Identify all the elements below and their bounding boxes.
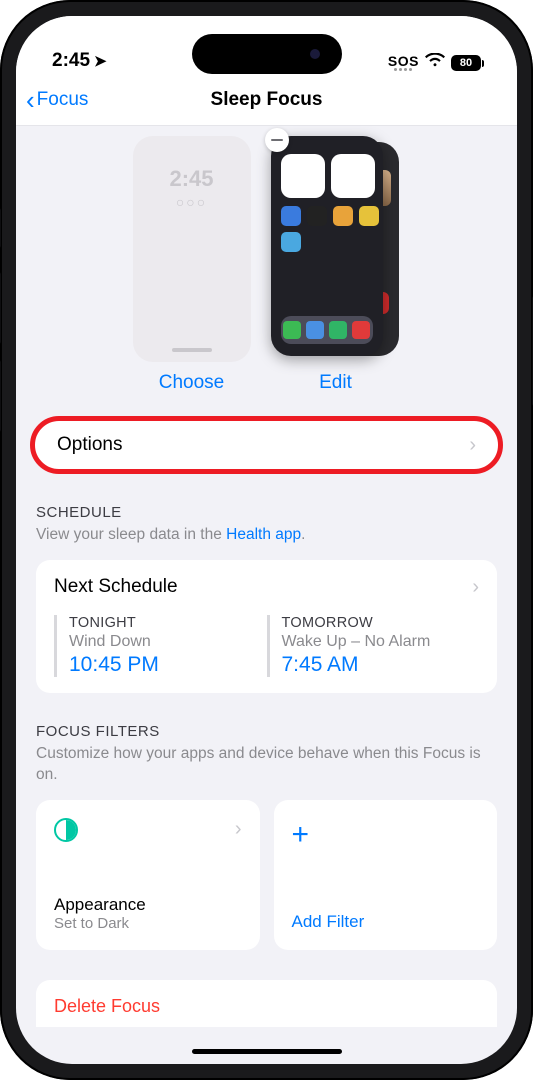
remove-page-button[interactable] xyxy=(265,128,289,152)
dynamic-island xyxy=(192,34,342,74)
delete-focus-row[interactable]: Delete Focus xyxy=(36,980,497,1027)
schedule-header: SCHEDULE xyxy=(36,504,497,521)
lock-screen-preview[interactable]: 2:45 ○○○ xyxy=(133,136,251,362)
tonight-column: TONIGHT Wind Down 10:45 PM xyxy=(54,615,267,677)
health-app-link[interactable]: Health app xyxy=(226,526,301,543)
tonight-time: 10:45 PM xyxy=(69,653,267,677)
location-icon: ➤ xyxy=(94,52,107,70)
filters-subtext: Customize how your apps and device behav… xyxy=(36,744,497,786)
tonight-label: TONIGHT xyxy=(69,615,267,631)
customize-screens-row: 2:45 ○○○ Choose xyxy=(16,126,517,398)
back-button[interactable]: ‹ Focus xyxy=(26,87,88,113)
page-title: Sleep Focus xyxy=(211,89,323,111)
lock-preview-time: 2:45 xyxy=(133,166,251,192)
appearance-name: Appearance xyxy=(54,895,242,915)
next-schedule-title: Next Schedule xyxy=(54,576,178,598)
appearance-icon xyxy=(54,818,78,842)
home-preview-front xyxy=(271,136,383,356)
battery-indicator: 80 xyxy=(451,55,481,71)
chevron-right-icon: › xyxy=(469,434,476,457)
back-label: Focus xyxy=(37,89,89,111)
status-time: 2:45 xyxy=(52,50,90,72)
lock-preview-dots: ○○○ xyxy=(133,194,251,210)
options-label: Options xyxy=(57,434,122,456)
appearance-sub: Set to Dark xyxy=(54,915,242,932)
navigation-bar: ‹ Focus Sleep Focus xyxy=(16,74,517,126)
lock-preview-bar xyxy=(172,348,212,352)
volume-down-button xyxy=(0,360,1,432)
device-frame: 2:45 ➤ SOS 80 ‹ Focus Sleep Focus xyxy=(0,0,533,1080)
chevron-right-icon: › xyxy=(472,576,479,599)
schedule-section: SCHEDULE View your sleep data in the Hea… xyxy=(36,504,497,693)
tonight-sub: Wind Down xyxy=(69,633,267,651)
add-filter-card[interactable]: + Add Filter xyxy=(274,800,498,950)
choose-button[interactable]: Choose xyxy=(159,372,225,394)
volume-up-button xyxy=(0,272,1,344)
mute-switch xyxy=(0,208,1,248)
plus-icon: + xyxy=(292,818,480,852)
wifi-icon xyxy=(425,53,445,72)
tomorrow-label: TOMORROW xyxy=(282,615,480,631)
home-indicator[interactable] xyxy=(192,1049,342,1054)
focus-filters-section: FOCUS FILTERS Customize how your apps an… xyxy=(36,723,497,950)
content-area: 2:45 ○○○ Choose xyxy=(16,126,517,1064)
chevron-left-icon: ‹ xyxy=(26,87,35,113)
sos-indicator: SOS xyxy=(388,54,419,68)
tomorrow-sub: Wake Up – No Alarm xyxy=(282,633,480,651)
tomorrow-column: TOMORROW Wake Up – No Alarm 7:45 AM xyxy=(267,615,480,677)
next-schedule-card[interactable]: Next Schedule › TONIGHT Wind Down 10:45 … xyxy=(36,560,497,693)
edit-button[interactable]: Edit xyxy=(319,372,352,394)
add-filter-label: Add Filter xyxy=(292,912,365,932)
delete-focus-label: Delete Focus xyxy=(54,996,479,1017)
home-screen-preview[interactable] xyxy=(271,136,401,362)
options-row[interactable]: Options › xyxy=(30,416,503,474)
appearance-filter-card[interactable]: › Appearance Set to Dark xyxy=(36,800,260,950)
schedule-subtext: View your sleep data in the Health app. xyxy=(36,525,497,546)
tomorrow-time: 7:45 AM xyxy=(282,653,480,677)
cellular-dots-icon xyxy=(394,68,412,71)
chevron-right-icon: › xyxy=(235,818,242,841)
screen: 2:45 ➤ SOS 80 ‹ Focus Sleep Focus xyxy=(16,16,517,1064)
filters-header: FOCUS FILTERS xyxy=(36,723,497,740)
